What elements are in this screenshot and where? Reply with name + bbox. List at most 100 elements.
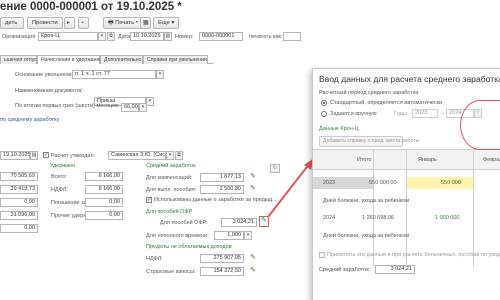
edit-limits-ins-icon[interactable]: ✎ — [250, 266, 256, 274]
date-field[interactable]: 19.10.2025 — [130, 32, 164, 41]
apply-sick-checkbox[interactable] — [319, 252, 325, 258]
doc-name-label: Наименование документа: — [15, 88, 84, 94]
withheld-total-label: Всего: — [51, 174, 67, 180]
basis-select-button[interactable]: ▾ — [156, 70, 164, 79]
more-actions-button[interactable]: + — [78, 17, 89, 29]
ndfl-field: 6 166,00 — [85, 185, 123, 194]
add-certificate-button[interactable]: Добавить справку с пред. места работы — [319, 136, 419, 147]
calendar-button-2[interactable]: ▤ — [30, 151, 38, 160]
edit-comp-icon[interactable]: ✎ — [250, 172, 256, 180]
apply-sick-label: Применять эти данные и при расчете больн… — [327, 252, 500, 258]
calc-approved-checkbox[interactable]: ✓ — [43, 152, 49, 158]
comp-field[interactable]: 1 877,13 — [200, 173, 244, 182]
grid-row-sick-2023: Дней болезни, ухода за ребенком — [323, 198, 410, 204]
grid-cell-jan-2023-bg[interactable] — [407, 177, 473, 189]
annotation-circle-icon — [460, 100, 500, 150]
doc-name-select-button[interactable]: ▾ — [146, 97, 154, 106]
table-row[interactable] — [313, 177, 373, 189]
grid-col-jan: Январь — [418, 157, 437, 163]
dialog-avg-label: Средний заработок: — [319, 267, 371, 273]
tab-certificates[interactable]: Справки при увольнении — [143, 55, 208, 64]
basis-field[interactable]: п. 1 ч. 1 ст. 77 — [72, 70, 156, 79]
tab-additional[interactable]: Дополнительно — [100, 55, 143, 64]
sick-label: Для выпл. пособия: — [146, 187, 197, 193]
grid-cell-total-2024: 1 260 698,06 — [362, 215, 395, 221]
edit-limits-ndfl-icon[interactable]: ✎ — [250, 253, 256, 261]
org-select-button[interactable]: ▾ — [98, 32, 106, 41]
grid-cell-total-2023: 550 000,00 — [369, 180, 397, 186]
last-months-select-button[interactable]: ▾ — [139, 103, 147, 112]
withheld-header: Удержано — [50, 163, 76, 169]
data-source-label: Данные Крон-Ц — [319, 126, 359, 132]
grid-cell-jan-2024: 1 000 000 — [435, 215, 460, 221]
period-manual-label: Задается вручную — [330, 111, 377, 117]
number-label: Номер: — [175, 34, 194, 40]
ndfl-label: НДФЛ: — [51, 187, 68, 193]
post-icon: ▸ — [67, 20, 70, 26]
period-standard-radio[interactable] — [321, 100, 327, 106]
basis-label: Основание увольнения: — [15, 72, 77, 78]
avg-earnings-link[interactable]: по среднему заработку — [0, 116, 59, 124]
grid-col-total: Итого — [357, 157, 372, 163]
withheld-total-field: 6 166,00 — [85, 172, 123, 181]
accrued-row4-field: 31 096,00 — [0, 211, 38, 220]
date-approve-field[interactable]: 19.10.2025 — [0, 151, 30, 160]
period-label: Расчетный период среднего заработка — [319, 90, 419, 96]
year-from-field[interactable]: 2023 — [412, 109, 438, 118]
years-label: Годы: — [394, 111, 409, 117]
open-icon: ⧉ — [109, 33, 113, 39]
calendar-icon: ▤ — [31, 152, 37, 158]
report-icon: ▦ — [143, 20, 149, 26]
approver-open-button[interactable]: ⧉ — [175, 151, 183, 160]
tab-vacation[interactable]: ьшения отпуска — [0, 55, 42, 64]
calendar-button[interactable]: ▤ — [164, 32, 172, 41]
accrued-total-field: 70 505,69 — [0, 172, 38, 181]
chevron-down-icon: ▾ — [168, 152, 172, 158]
loans-field: 0,00 — [85, 198, 123, 207]
edit-sick-icon[interactable]: ✎ — [250, 184, 256, 192]
chevron-down-icon: ▾ — [100, 33, 104, 39]
org-open-button[interactable]: ⧉ — [107, 32, 115, 41]
limits-ins-label: Страховые взносы: — [146, 269, 196, 275]
more-button[interactable]: Еще ▾ — [153, 17, 180, 29]
sick-field[interactable]: 2 500,80 — [200, 185, 244, 194]
grid-cell-jan-2023: 550 000 — [441, 180, 461, 186]
unemp-field[interactable]: 1,000 — [214, 231, 244, 240]
save-button[interactable]: дить — [0, 17, 24, 29]
pfr-label: Для пособий ОФР: — [160, 220, 208, 226]
dialog-avg-field: 3 024,21 — [375, 265, 415, 274]
unemp-select-button[interactable]: ▾ — [244, 231, 252, 240]
report-button[interactable]: ▦ — [140, 17, 151, 29]
calendar-icon: ▤ — [165, 33, 171, 39]
avg-header: Средний заработок — [146, 163, 196, 169]
chevron-down-icon: ▾ — [246, 232, 250, 238]
comp-label: Для компенсаций: — [146, 175, 193, 181]
pfr-field[interactable]: 3 024,21 — [221, 218, 257, 227]
grid-row-year-2023: 2023 — [323, 180, 336, 186]
limits-ins-field[interactable]: 154 372,50 — [200, 267, 244, 276]
post-close-button[interactable]: ▸ — [64, 17, 75, 29]
chevron-down-icon: ▾ — [148, 98, 152, 104]
chevron-down-icon: ▾ — [141, 104, 145, 110]
approver-select-button[interactable]: ▾ — [166, 151, 174, 160]
limits-ndfl-field[interactable]: 275 907,95 — [200, 254, 244, 263]
unemp-label: Для неполного времени: — [146, 233, 209, 239]
document-title: ение 0000-000001 от 19.10.2025 * — [0, 1, 182, 13]
used-data-checkbox[interactable]: ✓ — [146, 197, 152, 203]
tab-accruals[interactable]: Начисления и удержания — [37, 55, 102, 64]
limits-ndfl-label: НДФЛ: — [146, 256, 163, 262]
accrued-row5-field: 0,00 — [0, 224, 38, 233]
limits-header: Пределы не облагаемых доходов — [146, 244, 232, 250]
grid-row-year-2024: 2024 — [323, 215, 336, 221]
grid-row-sick-2024: Дней болезни, ухода за ребенком — [323, 233, 410, 239]
calc-approved-field[interactable]: Савинская З.Ю. (Системный пр — [108, 151, 166, 160]
number-field[interactable]: 0000-000001 — [199, 32, 243, 41]
print-as-label: печатать как: — [249, 34, 283, 40]
org-field[interactable]: Крон-Ц — [38, 32, 98, 41]
post-button[interactable]: Провести — [27, 17, 63, 29]
chevron-down-icon: ▾ — [158, 71, 162, 77]
print-button[interactable]: 🖶 Печать ▾ — [103, 17, 143, 29]
last-months-field[interactable]: 66,00 — [121, 103, 139, 112]
print-as-field[interactable] — [283, 32, 301, 41]
period-manual-radio[interactable] — [321, 111, 327, 117]
